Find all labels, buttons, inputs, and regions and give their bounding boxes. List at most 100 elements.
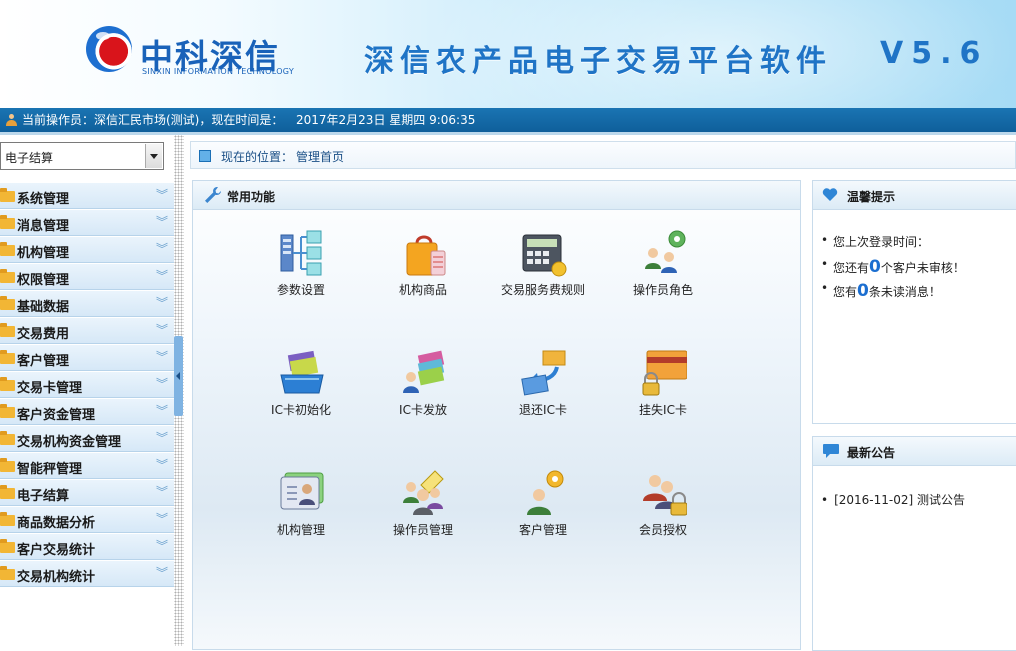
folder-icon <box>0 377 15 391</box>
folder-icon <box>0 512 15 526</box>
tile-service-fee-rules[interactable]: 交易服务费规则 <box>483 229 603 329</box>
status-bar: 当前操作员：深信汇民市场(测试)，现在时间是： 2017年2月23日 星期四 9… <box>0 108 1016 132</box>
double-chevron-down-icon: ︾ <box>155 188 168 202</box>
breadcrumb: 现在的位置： 管理首页 <box>190 141 1016 169</box>
last-login-text: 您上次登录时间： <box>833 235 930 249</box>
card-return-icon <box>521 350 566 396</box>
sidebar-item-trade-fees[interactable]: 交易费用 ︾ <box>0 318 174 344</box>
sidebar-item-label: 交易卡管理 <box>17 381 83 396</box>
double-chevron-down-icon: ︾ <box>155 269 168 283</box>
operator-group-icon <box>403 470 444 515</box>
tile-label: 参数设置 <box>276 283 325 297</box>
member-lock-icon <box>643 475 687 516</box>
tile-customer-management[interactable]: 客户管理 <box>483 469 603 569</box>
breadcrumb-label: 现在的位置： <box>221 150 294 164</box>
speech-bubble-icon <box>823 444 839 458</box>
folder-icon <box>0 458 15 472</box>
tile-label: 机构管理 <box>276 523 325 537</box>
tile-label: IC卡发放 <box>399 403 447 417</box>
panel-title: 最新公告 <box>847 446 896 460</box>
sidebar-item-label: 基础数据 <box>17 300 70 315</box>
chevron-down-icon[interactable] <box>145 144 162 168</box>
double-chevron-down-icon: ︾ <box>155 539 168 553</box>
tile-label: 挂失IC卡 <box>639 403 687 417</box>
user-icon <box>6 114 17 126</box>
sidebar-item-label: 电子结算 <box>17 489 70 504</box>
double-chevron-down-icon: ︾ <box>155 242 168 256</box>
notice-item[interactable]: [2016-11-02] 测试公告 <box>821 491 965 508</box>
panel-title: 温馨提示 <box>847 190 896 204</box>
unread-prefix: 您有 <box>833 285 858 299</box>
operator-text: 当前操作员：深信汇民市场(测试)，现在时间是： <box>22 113 284 127</box>
tile-operator-management[interactable]: 操作员管理 <box>363 469 483 569</box>
sidebar-item-smart-scales[interactable]: 智能秤管理 ︾ <box>0 453 174 479</box>
unread-count: 0 <box>857 281 869 301</box>
tile-label: 客户管理 <box>518 523 567 537</box>
location-icon <box>199 150 211 162</box>
tile-member-authorization[interactable]: 会员授权 <box>603 469 723 569</box>
collapse-sidebar-handle[interactable] <box>174 336 183 416</box>
customer-gear-icon <box>527 470 564 515</box>
tile-org-products[interactable]: 机构商品 <box>363 229 483 329</box>
double-chevron-down-icon: ︾ <box>155 404 168 418</box>
panel-header: 常用功能 <box>193 181 800 210</box>
breadcrumb-current[interactable]: 管理首页 <box>296 148 344 165</box>
sidebar-item-label: 智能秤管理 <box>17 462 83 477</box>
sidebar-item-label: 交易机构统计 <box>17 570 96 585</box>
tips-panel: 温馨提示 您上次登录时间： 您还有0个客户未审核！ 您有0条未读消息！ <box>812 180 1016 424</box>
common-functions-panel: 常用功能 参数设置 机构商品 交易服务费规则 操作员角色 IC卡初始化 IC卡发… <box>192 180 801 650</box>
sidebar-item-org-stats[interactable]: 交易机构统计 ︾ <box>0 561 174 587</box>
sidebar-item-system[interactable]: 系统管理 ︾ <box>0 183 174 209</box>
app-title: 深信农产品电子交易平台软件 <box>364 44 832 79</box>
card-tray-icon <box>280 350 324 394</box>
sidebar: 电子结算 系统管理 ︾ 消息管理 ︾ 机构管理 ︾ 权限管理 ︾ 基础数据 ︾ 交易费用 ︾… <box>0 135 174 646</box>
module-select[interactable]: 电子结算 <box>0 142 164 170</box>
unread-messages-text: 您有0条未读消息！ <box>833 281 941 301</box>
tile-ic-card-report-loss[interactable]: 挂失IC卡 <box>603 349 723 449</box>
sidebar-item-e-settlement[interactable]: 电子结算 ︾ <box>0 480 174 506</box>
tile-operator-roles[interactable]: 操作员角色 <box>603 229 723 329</box>
panel-header: 最新公告 <box>813 437 1016 466</box>
sidebar-item-label: 机构管理 <box>17 246 70 261</box>
folder-icon <box>0 431 15 445</box>
app-header: 中科深信 SINXIN INFORMATION TECHNOLOGY 深信农产品… <box>0 0 1016 108</box>
sidebar-item-messages[interactable]: 消息管理 ︾ <box>0 210 174 236</box>
tile-ic-card-init[interactable]: IC卡初始化 <box>241 349 361 449</box>
pending-customers-text: 您还有0个客户未审核！ <box>833 257 965 277</box>
heart-icon <box>822 188 838 201</box>
double-chevron-down-icon: ︾ <box>155 350 168 364</box>
tile-org-management[interactable]: 机构管理 <box>241 469 361 569</box>
company-logo-icon <box>86 26 132 72</box>
tile-label: 退还IC卡 <box>519 403 567 417</box>
double-chevron-down-icon: ︾ <box>155 458 168 472</box>
card-issue-icon <box>403 350 445 393</box>
company-name-english: SINXIN INFORMATION TECHNOLOGY <box>142 67 295 76</box>
sidebar-item-permissions[interactable]: 权限管理 ︾ <box>0 264 174 290</box>
double-chevron-down-icon: ︾ <box>155 377 168 391</box>
sidebar-item-label: 客户交易统计 <box>17 543 96 558</box>
tile-ic-card-issue[interactable]: IC卡发放 <box>363 349 483 449</box>
sidebar-item-label: 交易费用 <box>17 327 70 342</box>
tile-ic-card-return[interactable]: 退还IC卡 <box>483 349 603 449</box>
sidebar-item-organizations[interactable]: 机构管理 ︾ <box>0 237 174 263</box>
sidebar-item-base-data[interactable]: 基础数据 ︾ <box>0 291 174 317</box>
pending-count: 0 <box>869 257 881 277</box>
sidebar-item-product-analysis[interactable]: 商品数据分析 ︾ <box>0 507 174 533</box>
double-chevron-down-icon: ︾ <box>155 323 168 337</box>
double-chevron-down-icon: ︾ <box>155 296 168 310</box>
pending-suffix: 个客户未审核！ <box>880 261 965 275</box>
shopping-bag-icon <box>406 235 446 276</box>
sidebar-item-customer-stats[interactable]: 客户交易统计 ︾ <box>0 534 174 560</box>
sidebar-item-label: 交易机构资金管理 <box>17 435 122 450</box>
users-gear-icon <box>645 230 686 273</box>
tile-label: IC卡初始化 <box>271 403 331 417</box>
sidebar-item-org-funds[interactable]: 交易机构资金管理 ︾ <box>0 426 174 452</box>
sidebar-item-trade-cards[interactable]: 交易卡管理 ︾ <box>0 372 174 398</box>
sidebar-item-label: 消息管理 <box>17 219 70 234</box>
sidebar-item-customers[interactable]: 客户管理 ︾ <box>0 345 174 371</box>
sidebar-item-label: 权限管理 <box>17 273 70 288</box>
app-version: V5.6 <box>880 36 989 71</box>
sidebar-item-customer-funds[interactable]: 客户资金管理 ︾ <box>0 399 174 425</box>
folder-icon <box>0 350 15 364</box>
tile-parameter-settings[interactable]: 参数设置 <box>241 229 361 329</box>
